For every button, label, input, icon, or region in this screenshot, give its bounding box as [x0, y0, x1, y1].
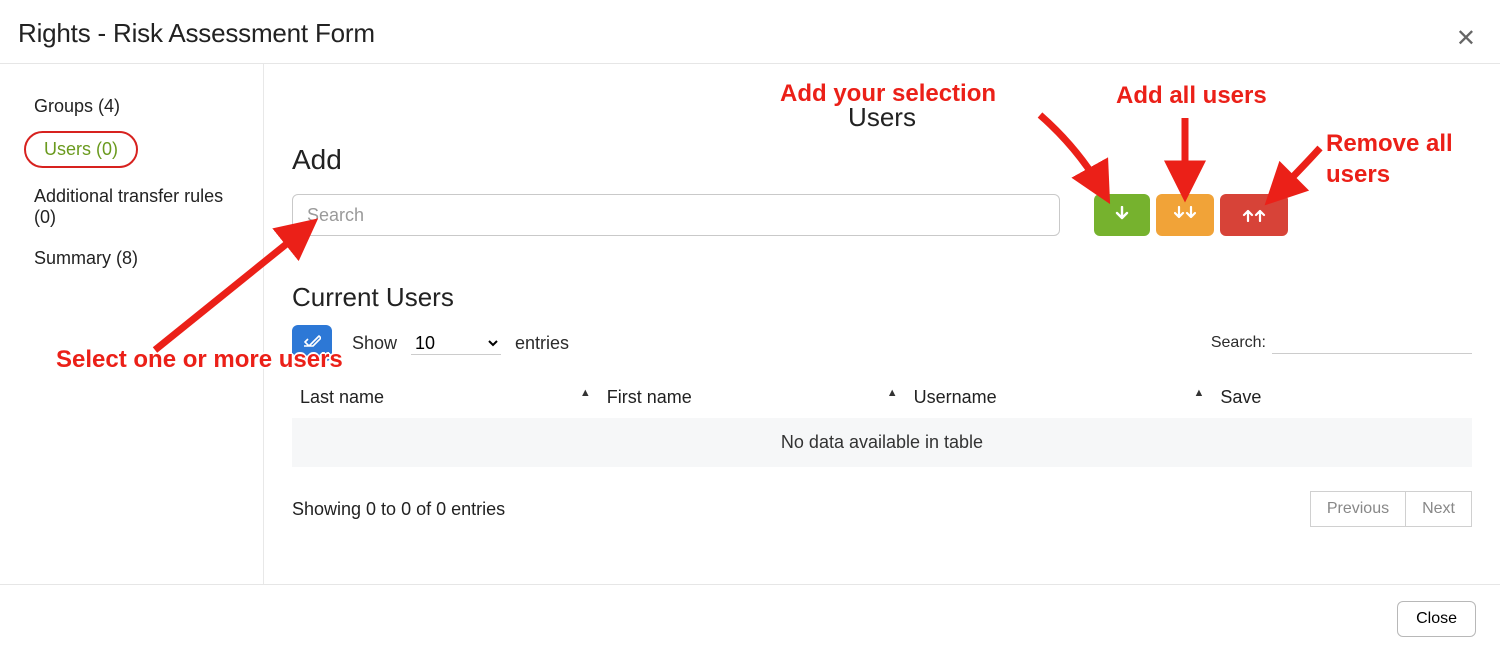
pager: Previous Next [1310, 491, 1472, 527]
annotation-select-users: Select one or more users [56, 345, 343, 375]
table-search-input[interactable] [1272, 333, 1472, 354]
sort-asc-icon: ▲ [1194, 387, 1205, 399]
current-users-heading: Current Users [292, 282, 1472, 313]
sidebar-item-groups[interactable]: Groups (4) [30, 86, 247, 127]
modal: Rights - Risk Assessment Form ✕ Groups (… [0, 0, 1500, 664]
remove-all-button[interactable] [1220, 194, 1288, 236]
action-buttons [1094, 194, 1288, 236]
col-last-name[interactable]: Last name▲ [292, 377, 599, 418]
sidebar: Groups (4) Users (0) Additional transfer… [0, 64, 264, 584]
col-username[interactable]: Username▲ [906, 377, 1213, 418]
col-first-name[interactable]: First name▲ [599, 377, 906, 418]
next-button[interactable]: Next [1406, 491, 1472, 527]
modal-title: Rights - Risk Assessment Form [0, 0, 1500, 63]
add-all-button[interactable] [1156, 194, 1214, 236]
annotation-add-selection: Add your selection [780, 80, 996, 108]
sidebar-item-summary[interactable]: Summary (8) [30, 238, 247, 279]
sort-asc-icon: ▲ [580, 387, 591, 399]
double-arrow-up-icon [1242, 206, 1266, 225]
entries-label: entries [515, 333, 569, 354]
show-label: Show [352, 333, 397, 354]
close-button[interactable]: Close [1397, 601, 1476, 637]
annotation-add-all: Add all users [1116, 82, 1267, 110]
col-save[interactable]: Save [1212, 377, 1472, 418]
add-selection-button[interactable] [1094, 194, 1150, 236]
arrow-down-icon [1115, 206, 1129, 225]
users-table: Last name▲ First name▲ Username▲ Save No… [292, 377, 1472, 467]
annotation-remove-all: Remove all users [1326, 128, 1500, 190]
show-entries-select[interactable]: 10 [411, 332, 501, 355]
add-heading: Add [292, 144, 1472, 176]
previous-button[interactable]: Previous [1310, 491, 1406, 527]
table-footer: Showing 0 to 0 of 0 entries Previous Nex… [292, 491, 1472, 527]
table-info: Showing 0 to 0 of 0 entries [292, 499, 505, 520]
search-input[interactable] [292, 194, 1060, 236]
table-search-label: Search: [1211, 334, 1266, 352]
main-panel: Users Add [264, 64, 1500, 584]
sidebar-item-users[interactable]: Users (0) [24, 131, 138, 168]
table-toolbar: Show 10 entries Search: [292, 325, 1472, 361]
close-icon[interactable]: ✕ [1456, 24, 1476, 53]
sort-asc-icon: ▲ [887, 387, 898, 399]
table-search-group: Search: [1211, 333, 1472, 354]
modal-footer: Close [0, 585, 1500, 653]
double-arrow-down-icon [1174, 206, 1196, 225]
add-row [292, 194, 1472, 236]
modal-body: Groups (4) Users (0) Additional transfer… [0, 64, 1500, 584]
table-empty-message: No data available in table [292, 418, 1472, 467]
sidebar-item-transfer-rules[interactable]: Additional transfer rules (0) [30, 176, 247, 238]
